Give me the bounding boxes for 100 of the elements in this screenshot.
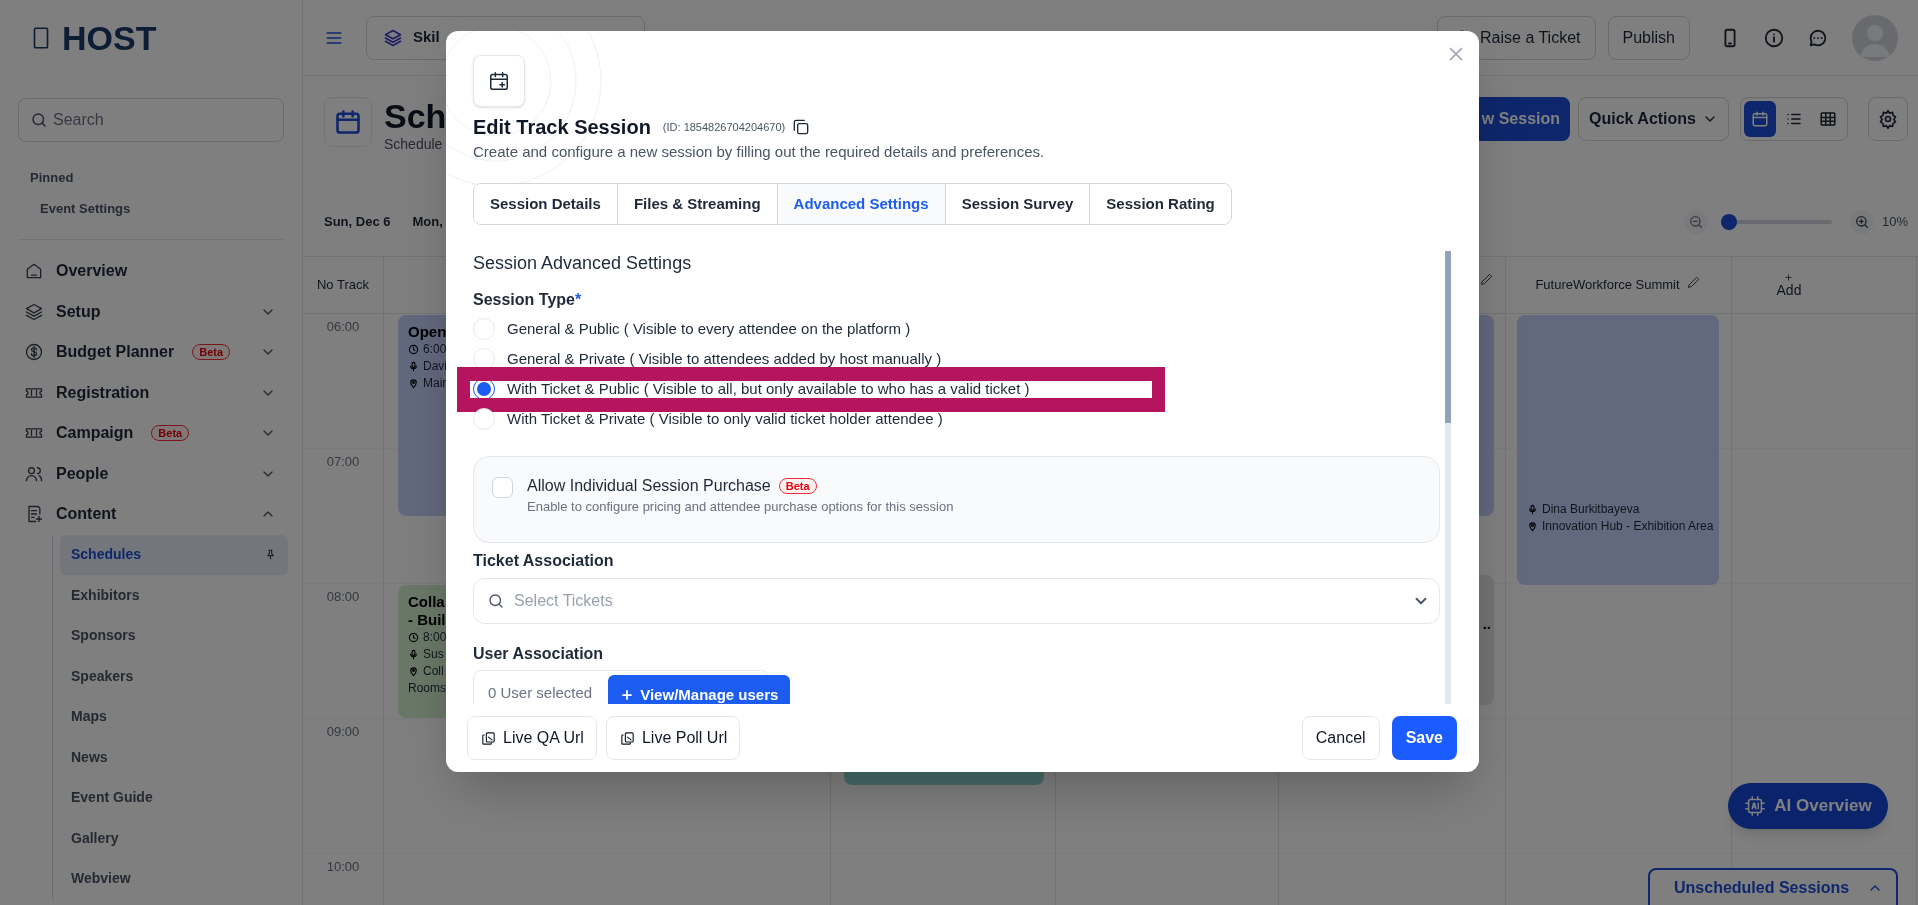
settings-button[interactable] xyxy=(1868,97,1908,141)
live-qa-url-button[interactable]: Live QA Url xyxy=(467,716,597,760)
pencil-icon xyxy=(1685,274,1702,290)
time-label: 07:00 xyxy=(326,453,360,468)
submenu-item[interactable]: Schedules xyxy=(60,534,288,575)
event-detail: Davi xyxy=(423,358,447,375)
location-pin-icon xyxy=(408,378,419,389)
zoom-out-icon xyxy=(1687,214,1704,230)
page-title: Sch xyxy=(384,97,447,135)
chip-icon xyxy=(1744,795,1767,817)
manage-users-button[interactable]: View/Manage users xyxy=(608,675,791,704)
quick-actions-button[interactable]: Quick Actions xyxy=(1578,97,1729,141)
add-track-button[interactable]: Add xyxy=(1776,272,1802,298)
submenu-label: Gallery xyxy=(71,828,120,848)
search-icon xyxy=(30,111,48,129)
dialog-title: Edit Track Session xyxy=(473,115,651,140)
user-count: 0 User selected xyxy=(488,684,593,702)
track-header: No Track xyxy=(317,276,369,295)
radio-label[interactable]: General & Public ( Visible to every attendee on the platform ) xyxy=(507,317,911,341)
event-detail: Sus xyxy=(423,646,444,663)
settings-icon xyxy=(1878,109,1898,129)
ticket-select[interactable]: Select Tickets xyxy=(473,578,1440,624)
field-label: Session Type xyxy=(473,290,575,310)
publish-button[interactable]: Publish xyxy=(1607,15,1690,60)
nav-item[interactable]: Registration xyxy=(0,372,302,413)
nav-item[interactable]: Content xyxy=(0,494,302,535)
scrollbar[interactable] xyxy=(1445,251,1451,704)
unscheduled-sessions-panel[interactable]: Unscheduled Sessions xyxy=(1648,868,1898,905)
clock-icon xyxy=(408,632,419,643)
zoom-in-icon xyxy=(1853,214,1870,230)
submenu-label: News xyxy=(71,747,109,767)
copy-icon xyxy=(618,729,636,747)
radio-label[interactable]: With Ticket & Public ( Visible to all, but only available to who has a valid ticket ) xyxy=(507,377,1030,401)
zoom-in-button[interactable] xyxy=(1849,210,1874,234)
date-tab[interactable]: Mon, xyxy=(412,212,443,232)
submenu-item[interactable]: News xyxy=(60,737,288,778)
submenu-label: Sponsors xyxy=(71,626,137,646)
submenu-item[interactable]: Event Guide xyxy=(60,777,288,818)
save-button[interactable]: Save xyxy=(1391,716,1457,760)
event-detail: Coll xyxy=(423,663,444,680)
scrollbar-thumb[interactable] xyxy=(1445,251,1451,423)
submenu-item[interactable]: Sponsors xyxy=(60,615,288,656)
option-description: Enable to configure pricing and attendee purchase options for this session xyxy=(527,498,954,516)
date-tab[interactable]: Sun, Dec 6 xyxy=(324,212,391,232)
submenu-item[interactable]: Speakers xyxy=(60,656,288,697)
nav-item[interactable]: Budget Planner Beta xyxy=(0,332,302,373)
plus-icon xyxy=(620,688,635,702)
time-label: 08:00 xyxy=(326,588,360,603)
ai-overview-button[interactable]: AI Overview xyxy=(1728,783,1888,829)
beta-badge: Beta xyxy=(192,344,231,361)
tab[interactable]: Session Rating xyxy=(1089,184,1231,224)
nav-label: Registration xyxy=(56,382,150,403)
submenu-item[interactable]: Gallery xyxy=(60,818,288,859)
nav-item[interactable]: Overview xyxy=(0,251,302,292)
submenu-label: Exhibitors xyxy=(71,585,141,605)
event-detail: Rooms xyxy=(408,680,446,697)
cancel-button[interactable]: Cancel xyxy=(1301,716,1380,760)
event-logo-icon xyxy=(383,27,403,48)
submenu-item[interactable]: Exhibitors xyxy=(60,575,288,616)
submenu-label: Maps xyxy=(71,707,108,727)
submenu-label: Webview xyxy=(71,869,132,889)
nav-item[interactable]: Setup xyxy=(0,291,302,332)
slider-thumb[interactable] xyxy=(1721,214,1737,230)
search-field[interactable]: Search xyxy=(18,98,284,142)
dialog-description: Create and configure a new session by filling out the required details and preferences. xyxy=(473,142,1045,162)
radio-label[interactable]: General & Private ( Visible to attendees added by host manually ) xyxy=(507,347,942,371)
radio-label[interactable]: With Ticket & Private ( Visible to only valid ticket holder attendee ) xyxy=(507,407,943,431)
live-poll-url-button[interactable]: Live Poll Url xyxy=(605,716,741,760)
nav-label: Content xyxy=(56,504,117,525)
event-title: .. xyxy=(1482,615,1491,633)
layers-icon xyxy=(24,301,44,322)
time-label: 10:00 xyxy=(326,858,360,873)
calendar-icon xyxy=(334,108,362,136)
zoom-level: 10% xyxy=(1881,213,1908,232)
nav-label: People xyxy=(56,463,109,484)
event-detail: Dina Burkitbayeva xyxy=(1542,501,1640,518)
time-label: 09:00 xyxy=(326,723,360,738)
nav-label: Overview xyxy=(56,261,128,282)
dollar-icon xyxy=(24,342,44,363)
zoom-out-button[interactable] xyxy=(1683,210,1708,234)
copy-icon xyxy=(480,729,497,747)
submenu-item[interactable]: Maps xyxy=(60,696,288,737)
tab[interactable]: Advanced Settings xyxy=(776,184,945,224)
event-detail: 8:00 xyxy=(423,629,447,646)
event-title: - Buil xyxy=(408,611,446,629)
pin-icon xyxy=(264,548,277,562)
nav-item[interactable]: People xyxy=(0,453,302,494)
pencil-icon xyxy=(1479,271,1495,287)
nav-item[interactable]: Campaign Beta xyxy=(0,413,302,454)
view-mode-button[interactable] xyxy=(1744,101,1776,137)
nav-label: Budget Planner xyxy=(56,342,175,363)
nav-label: Campaign xyxy=(56,423,134,444)
nav-label: Setup xyxy=(56,301,101,322)
pinned-item[interactable]: Event Settings xyxy=(0,198,302,218)
checkbox[interactable] xyxy=(492,477,513,498)
submenu-label: Speakers xyxy=(71,666,135,686)
submenu-item[interactable]: Webview xyxy=(60,858,288,899)
pinned-heading: Pinned xyxy=(29,169,75,187)
event-card[interactable]: Dina Burkitbayeva Innovation Hub - Exhibition Area xyxy=(1517,315,1719,585)
calendar-plus-icon xyxy=(488,70,510,92)
